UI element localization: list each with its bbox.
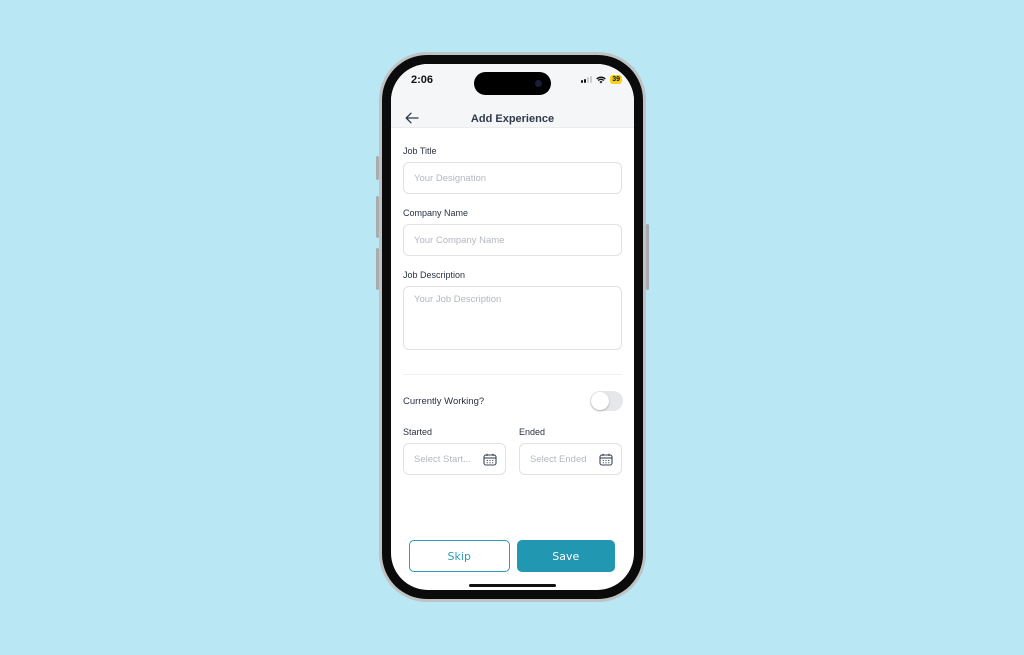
- date-range: Started Select Start... Ended Select End…: [403, 427, 622, 475]
- power-button: [646, 224, 649, 290]
- wifi-icon: [596, 76, 606, 83]
- job-title-label: Job Title: [403, 146, 437, 156]
- ended-label: Ended: [519, 427, 546, 437]
- company-name-input[interactable]: [403, 224, 622, 256]
- calendar-icon[interactable]: [483, 453, 497, 466]
- ended-column: Ended Select Ended: [519, 427, 622, 475]
- divider: [403, 374, 622, 375]
- status-icons: 39: [581, 75, 622, 84]
- volume-down-button: [376, 248, 379, 290]
- started-column: Started Select Start...: [403, 427, 506, 475]
- calendar-icon[interactable]: [599, 453, 613, 466]
- job-title-input[interactable]: [403, 162, 622, 194]
- action-buttons: Skip Save: [409, 540, 615, 572]
- app-screen: 2:06 39 Add Experience Job Title Your De…: [391, 64, 634, 590]
- volume-up-button: [376, 196, 379, 238]
- currently-working-toggle[interactable]: [590, 391, 623, 411]
- save-button[interactable]: Save: [516, 540, 615, 572]
- ended-date-picker[interactable]: Select Ended: [519, 443, 622, 475]
- skip-button[interactable]: Skip: [409, 540, 510, 572]
- experience-form: Job Title Company Name Job Description C…: [403, 146, 623, 475]
- top-bar: 2:06 39 Add Experience: [391, 64, 634, 128]
- job-description-label: Job Description: [403, 270, 466, 280]
- camera-icon: [535, 80, 542, 87]
- currently-working-label: Currently Working?: [403, 395, 485, 407]
- dynamic-island: [474, 72, 551, 95]
- cellular-signal-icon: [581, 76, 593, 83]
- page-title: Add Experience: [470, 113, 555, 125]
- ended-placeholder: Select Ended: [530, 453, 587, 465]
- started-placeholder: Select Start...: [414, 453, 472, 465]
- battery-icon: 39: [610, 75, 622, 84]
- company-name-label: Company Name: [403, 208, 469, 218]
- started-label: Started: [403, 427, 433, 437]
- action-button: [376, 156, 379, 180]
- home-indicator[interactable]: [469, 584, 556, 587]
- status-time: 2:06: [411, 74, 434, 86]
- phone-frame: 2:06 39 Add Experience Job Title Your De…: [376, 52, 649, 602]
- toggle-knob: [591, 392, 609, 410]
- currently-working-row: Currently Working?: [403, 391, 623, 411]
- started-date-picker[interactable]: Select Start...: [403, 443, 506, 475]
- job-description-input[interactable]: [403, 286, 622, 350]
